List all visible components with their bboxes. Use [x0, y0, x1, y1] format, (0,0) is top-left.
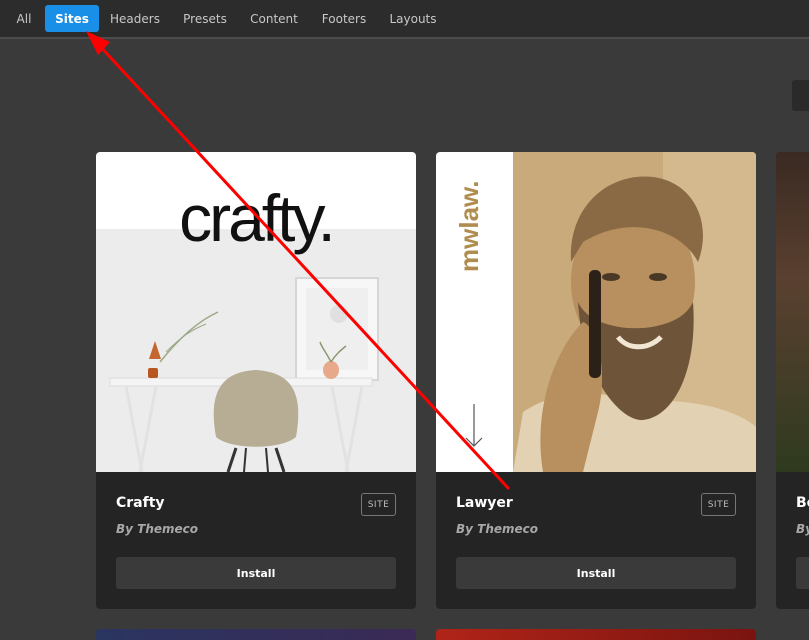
- tab-sites[interactable]: Sites: [45, 5, 99, 32]
- tab-presets[interactable]: Presets: [176, 5, 234, 32]
- arrow-down-icon: [465, 404, 483, 447]
- partial-thumbnail: [776, 152, 809, 472]
- site-card-lawyer[interactable]: mwlaw. Lawyer By Themeco SITE Install: [436, 152, 756, 609]
- card-title: Lawyer: [456, 495, 513, 511]
- card-author: By Themeco: [116, 522, 199, 536]
- card-title: Crafty: [116, 495, 165, 511]
- next-row-thumbnail[interactable]: [436, 629, 756, 640]
- card-author: By Themeco: [456, 522, 539, 536]
- tab-layouts[interactable]: Layouts: [384, 5, 442, 32]
- install-button[interactable]: Install: [116, 557, 396, 589]
- tab-content[interactable]: Content: [244, 5, 304, 32]
- install-button[interactable]: Install: [456, 557, 736, 589]
- lawyer-photo: [513, 152, 756, 472]
- lawyer-thumbnail: mwlaw.: [436, 152, 756, 472]
- site-badge: SITE: [701, 493, 736, 516]
- next-row-thumbnail[interactable]: [96, 629, 416, 640]
- install-button[interactable]: [796, 557, 809, 589]
- desk-scene-illustration: [109, 277, 379, 472]
- filter-tab-bar: All Sites Headers Presets Content Footer…: [0, 0, 809, 39]
- crafty-thumbnail: crafty.: [96, 152, 416, 472]
- tab-headers[interactable]: Headers: [104, 5, 166, 32]
- site-card-crafty[interactable]: crafty. Crafty By Themeco SITE Install: [96, 152, 416, 609]
- card-title: Be: [796, 495, 809, 511]
- tab-footers[interactable]: Footers: [314, 5, 374, 32]
- mwlaw-logo-text: mwlaw.: [454, 180, 484, 272]
- tab-all[interactable]: All: [8, 5, 40, 32]
- site-badge: SITE: [361, 493, 396, 516]
- card-author: By: [796, 522, 809, 536]
- search-control[interactable]: [792, 80, 809, 111]
- site-card-partial[interactable]: Be By: [776, 152, 809, 609]
